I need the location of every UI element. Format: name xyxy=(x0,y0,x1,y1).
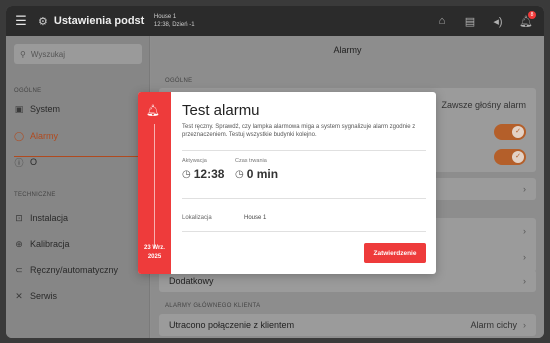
always-loud-label: Zawsze głośny alarm xyxy=(441,100,526,110)
sidebar-item-label: System xyxy=(30,104,61,114)
install-icon: ⊡ xyxy=(15,212,23,223)
report-icon[interactable]: ▤ xyxy=(456,15,484,28)
chevron-right-icon: › xyxy=(523,226,526,236)
alarm-date: 23 Wrz. 2025 xyxy=(138,244,171,262)
activation-label: Aktywacja xyxy=(182,158,207,164)
sidebar-item-label: Serwis xyxy=(30,291,58,301)
confirm-button[interactable]: Zatwierdzenie xyxy=(364,243,426,263)
alarm-date-day: 23 Wrz. xyxy=(144,245,165,251)
check-icon: ✓ xyxy=(512,151,524,163)
extra-label: Dodatkowy xyxy=(169,276,214,286)
dialog-description: Test ręczny. Sprawdź, czy lampka alarmow… xyxy=(182,124,416,138)
house-time: 12:38, Dzień -1 xyxy=(153,22,195,28)
client-alarm-card[interactable]: Utracono połączenie z klientem Alarm cic… xyxy=(159,314,536,336)
toggle-mode-icon: ⊂ xyxy=(15,264,23,275)
toolbar-icons: ⌂ ▤ ◂) 🔔︎ 8 xyxy=(428,6,540,36)
house-name: House 1 xyxy=(153,14,177,20)
chevron-right-icon: › xyxy=(523,252,526,262)
divider xyxy=(182,150,426,151)
app-window: ☰ ⚙ Ustawienia podst House 1 12:38, Dzie… xyxy=(6,6,544,338)
alarm-date-year: 2025 xyxy=(147,254,162,260)
duration-time: 0 min xyxy=(246,167,279,181)
monitor-icon: ▣ xyxy=(14,103,24,114)
chevron-right-icon: › xyxy=(523,184,526,194)
sidebar-item-o[interactable]: ⓘ O xyxy=(6,151,150,173)
sidebar-item-label: Kalibracja xyxy=(30,239,70,249)
sidebar-item-serwis[interactable]: ✕ Serwis xyxy=(6,285,150,307)
clock-icon: ◷ xyxy=(235,168,244,180)
notifications-bell-icon[interactable]: 🔔︎ 8 xyxy=(512,10,540,28)
duration-value: ◷ 0 min xyxy=(235,167,278,181)
sidebar-item-label: Ręczny/automatyczny xyxy=(30,265,119,275)
sidebar-item-kalibracja[interactable]: ⊕ Kalibracja xyxy=(6,233,150,255)
wrench-icon: ✕ xyxy=(15,290,23,301)
sidebar-item-label: Alarmy xyxy=(30,131,59,141)
sidebar-item-instalacja[interactable]: ⊡ Instalacja xyxy=(6,207,150,229)
hamburger-icon[interactable]: ☰ xyxy=(6,13,36,29)
alarm-strip: 🔔︎ 23 Wrz. 2025 xyxy=(138,92,171,274)
sidebar: ⚲ Wyszukaj OGÓLNE ▣ System ◯ Alarmy ⓘ O … xyxy=(6,36,150,338)
calibration-icon: ⊕ xyxy=(15,238,23,249)
info-icon: ⓘ xyxy=(14,157,24,168)
timeline-line xyxy=(154,124,155,248)
toggle-switch[interactable]: ✓ xyxy=(494,124,526,140)
dialog-title: Test alarmu xyxy=(182,102,260,119)
clock-icon: ◷ xyxy=(182,168,191,180)
toggle-switch[interactable]: ✓ xyxy=(494,149,526,165)
chevron-right-icon: › xyxy=(523,320,526,330)
sidebar-item-system[interactable]: ▣ System xyxy=(6,98,150,120)
client-row-label: Utracono połączenie z klientem xyxy=(169,320,295,330)
alarm-bell-icon: 🔔︎ xyxy=(146,105,160,117)
section-header-general: OGÓLNE xyxy=(165,78,193,84)
section-header-general: OGÓLNE xyxy=(14,88,42,94)
client-row-value: Alarm cichy xyxy=(470,320,517,330)
activation-value: ◷ 12:38 xyxy=(182,167,224,181)
search-icon: ⚲ xyxy=(20,49,26,59)
house-info: House 1 12:38, Dzień -1 xyxy=(154,13,195,29)
notification-badge: 8 xyxy=(528,10,536,19)
section-header-technical: TECHNICZNE xyxy=(14,192,56,198)
location-value: House 1 xyxy=(244,215,267,221)
page-title: Ustawienia podst xyxy=(53,15,145,27)
sidebar-item-reczny-automatyczny[interactable]: ⊂ Ręczny/automatyczny xyxy=(6,259,150,281)
divider xyxy=(182,198,426,199)
search-input[interactable]: ⚲ Wyszukaj xyxy=(14,44,142,64)
chevron-right-icon: › xyxy=(523,276,526,286)
location-label: Lokalizacja xyxy=(182,215,212,221)
activation-time: 12:38 xyxy=(193,167,225,181)
main-title: Alarmy xyxy=(333,45,362,55)
sidebar-item-label: Instalacja xyxy=(30,213,69,223)
search-placeholder: Wyszukaj xyxy=(30,49,66,59)
sidebar-item-alarmy[interactable]: ◯ Alarmy xyxy=(6,125,150,147)
check-icon: ✓ xyxy=(512,126,524,138)
sidebar-item-label: O xyxy=(30,157,38,167)
client-connection-row: Utracono połączenie z klientem Alarm cic… xyxy=(159,314,536,336)
duration-label: Czas trwania xyxy=(235,158,267,164)
volume-icon[interactable]: ◂) xyxy=(484,15,512,28)
top-bar: ☰ ⚙ Ustawienia podst House 1 12:38, Dzie… xyxy=(6,6,544,36)
bell-icon: ◯ xyxy=(14,130,25,141)
divider xyxy=(182,231,426,232)
home-icon[interactable]: ⌂ xyxy=(428,15,456,27)
alarm-test-dialog: 🔔︎ 23 Wrz. 2025 Test alarmu Test ręczny.… xyxy=(138,92,436,274)
gear-icon: ⚙ xyxy=(38,15,48,28)
section-header-client-alarms: ALARMY GŁÓWNEGO KLIENTA xyxy=(165,303,261,309)
